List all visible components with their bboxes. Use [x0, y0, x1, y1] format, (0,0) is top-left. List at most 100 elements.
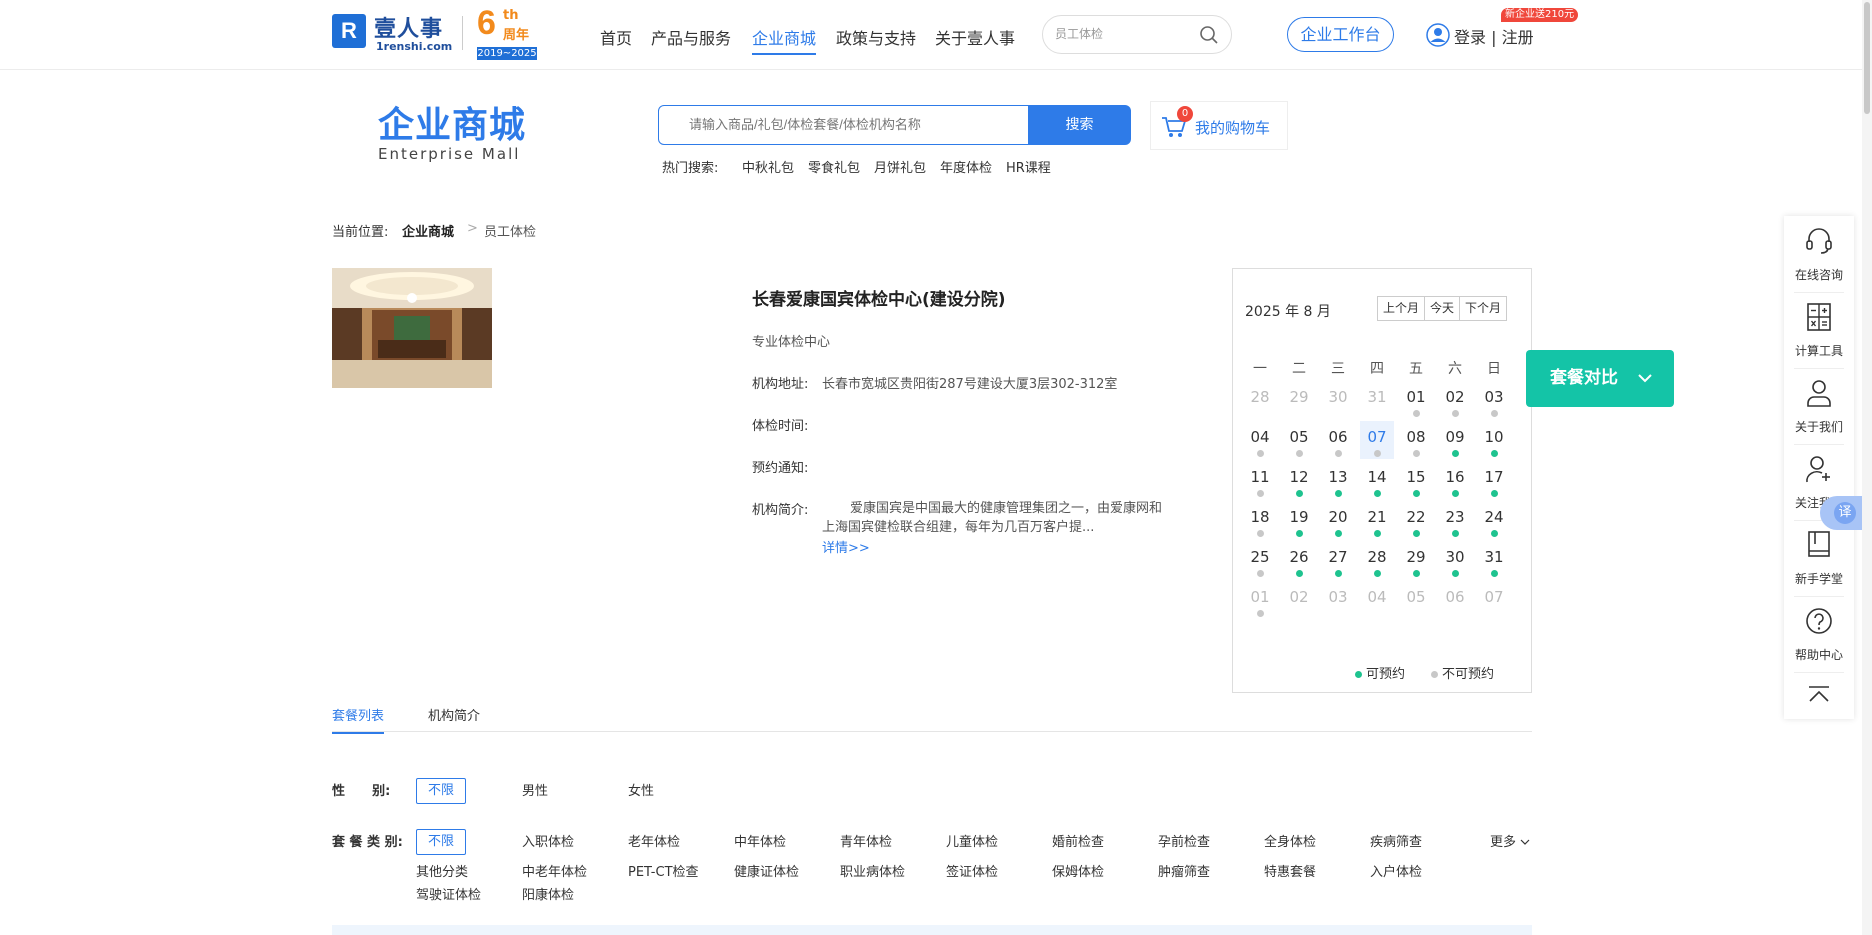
unavailable-dot-icon: [1257, 490, 1264, 497]
calendar-day[interactable]: 09: [1438, 421, 1472, 459]
calendar-day[interactable]: 15: [1399, 461, 1433, 499]
calendar-day[interactable]: 19: [1282, 501, 1316, 539]
category-option[interactable]: 中年体检: [734, 831, 786, 850]
translate-icon: 译: [1834, 502, 1856, 524]
intro-more-link[interactable]: 详情>>: [822, 537, 870, 556]
tab-package-list[interactable]: 套餐列表: [332, 705, 385, 734]
calendar-day[interactable]: 10: [1477, 421, 1511, 459]
category-option[interactable]: 职业病体检: [840, 861, 905, 880]
anniversary-th: th: [503, 8, 519, 23]
header-search-input[interactable]: [1055, 26, 1195, 40]
category-option[interactable]: 儿童体检: [946, 831, 998, 850]
available-dot-icon: [1491, 490, 1498, 497]
help-icon: [1806, 608, 1832, 634]
calendar-day[interactable]: 20: [1321, 501, 1355, 539]
category-option[interactable]: 入职体检: [522, 831, 574, 850]
calendar-day[interactable]: 26: [1282, 541, 1316, 579]
calendar-day[interactable]: 30: [1438, 541, 1472, 579]
calendar-day[interactable]: 21: [1360, 501, 1394, 539]
calendar-day[interactable]: 29: [1399, 541, 1433, 579]
gender-option-female[interactable]: 女性: [628, 780, 654, 799]
category-option[interactable]: 肿瘤筛查: [1158, 861, 1210, 880]
back-to-top-icon[interactable]: [1808, 686, 1830, 704]
available-dot-icon: [1452, 570, 1459, 577]
rail-beginner-school[interactable]: 新手学堂: [1784, 520, 1854, 596]
breadcrumb-mall[interactable]: 企业商城: [402, 221, 454, 240]
category-option[interactable]: 不限: [416, 829, 466, 855]
workbench-button[interactable]: 企业工作台: [1287, 17, 1394, 52]
rail-about-us[interactable]: 关于我们: [1784, 368, 1854, 444]
calendar-day: 04: [1367, 588, 1387, 606]
category-option[interactable]: 全身体检: [1264, 831, 1316, 850]
calendar-day[interactable]: 31: [1477, 541, 1511, 579]
prev-month-button[interactable]: 上个月: [1378, 297, 1426, 320]
more-categories-button[interactable]: 更多: [1490, 831, 1530, 850]
user-icon[interactable]: [1426, 23, 1450, 47]
calendar-day[interactable]: 27: [1321, 541, 1355, 579]
available-dot-icon: [1491, 530, 1498, 537]
mall-search-input[interactable]: [689, 117, 1009, 132]
package-compare-button[interactable]: 套餐对比: [1526, 350, 1674, 407]
login-register-link[interactable]: 登录 | 注册: [1454, 24, 1534, 48]
calendar-day[interactable]: 14: [1360, 461, 1394, 499]
category-option[interactable]: 疾病筛查: [1370, 831, 1422, 850]
category-option[interactable]: 入户体检: [1370, 861, 1422, 880]
rail-calc-tools[interactable]: 计算工具: [1784, 292, 1854, 368]
category-option[interactable]: 孕前检查: [1158, 831, 1210, 850]
gender-option-any[interactable]: 不限: [416, 778, 466, 804]
mall-search-button[interactable]: 搜索: [1028, 105, 1131, 145]
calendar-day[interactable]: 17: [1477, 461, 1511, 499]
calendar-weekday: 六: [1448, 361, 1462, 377]
translate-button[interactable]: 译: [1820, 496, 1866, 530]
category-option[interactable]: 驾驶证体检: [416, 884, 481, 903]
category-option[interactable]: 中老年体检: [522, 861, 587, 880]
rail-online-consult[interactable]: 在线咨询: [1784, 216, 1854, 292]
calendar-day[interactable]: 23: [1438, 501, 1472, 539]
category-option[interactable]: 阳康体检: [522, 884, 574, 903]
category-option[interactable]: 青年体检: [840, 831, 892, 850]
hot-search-item[interactable]: 零食礼包: [808, 157, 860, 176]
scrollbar-thumb[interactable]: [1864, 2, 1870, 114]
calendar-day[interactable]: 12: [1282, 461, 1316, 499]
today-button[interactable]: 今天: [1425, 297, 1461, 320]
search-icon[interactable]: [1199, 25, 1219, 45]
category-option[interactable]: 健康证体检: [734, 861, 799, 880]
nav-home[interactable]: 首页: [600, 25, 632, 49]
tab-institution-intro[interactable]: 机构简介: [428, 705, 480, 724]
calendar-day[interactable]: 13: [1321, 461, 1355, 499]
calendar-day[interactable]: 16: [1438, 461, 1472, 499]
logo-text[interactable]: 壹人事: [374, 11, 443, 43]
category-option[interactable]: 保姆体检: [1052, 861, 1104, 880]
category-option[interactable]: 特惠套餐: [1264, 861, 1316, 880]
category-option[interactable]: 签证体检: [946, 861, 998, 880]
breadcrumb-prefix: 当前位置:: [332, 225, 389, 240]
rail-help-center[interactable]: 帮助中心: [1784, 596, 1854, 672]
unavailable-dot-icon: [1452, 410, 1459, 417]
next-month-button[interactable]: 下个月: [1460, 297, 1506, 320]
category-option[interactable]: 其他分类: [416, 861, 468, 880]
hot-search-item[interactable]: HR课程: [1006, 157, 1051, 176]
category-option[interactable]: 老年体检: [628, 831, 680, 850]
nav-mall[interactable]: 企业商城: [752, 25, 817, 55]
hot-search-item[interactable]: 月饼礼包: [874, 157, 926, 176]
logo-mark[interactable]: R: [332, 14, 366, 48]
page-scrollbar[interactable]: [1862, 0, 1872, 935]
calendar-day: 25: [1243, 541, 1277, 579]
hot-search-item[interactable]: 中秋礼包: [742, 157, 794, 176]
cart-button[interactable]: 0 我的购物车: [1150, 101, 1288, 150]
gender-option-male[interactable]: 男性: [522, 780, 548, 799]
available-dot-icon: [1296, 530, 1303, 537]
nav-policy[interactable]: 政策与支持: [836, 25, 916, 49]
calendar-day[interactable]: 24: [1477, 501, 1511, 539]
unavailable-dot-icon: [1296, 450, 1303, 457]
calendar-day: 07: [1484, 588, 1504, 606]
nav-products[interactable]: 产品与服务: [651, 25, 731, 49]
calendar-day[interactable]: 22: [1399, 501, 1433, 539]
nav-about[interactable]: 关于壹人事: [935, 25, 1015, 49]
available-dot-icon: [1452, 490, 1459, 497]
calendar-day[interactable]: 28: [1360, 541, 1394, 579]
category-option[interactable]: PET-CT检查: [628, 861, 699, 880]
book-icon: [1808, 531, 1830, 557]
category-option[interactable]: 婚前检查: [1052, 831, 1104, 850]
hot-search-item[interactable]: 年度体检: [940, 157, 992, 176]
